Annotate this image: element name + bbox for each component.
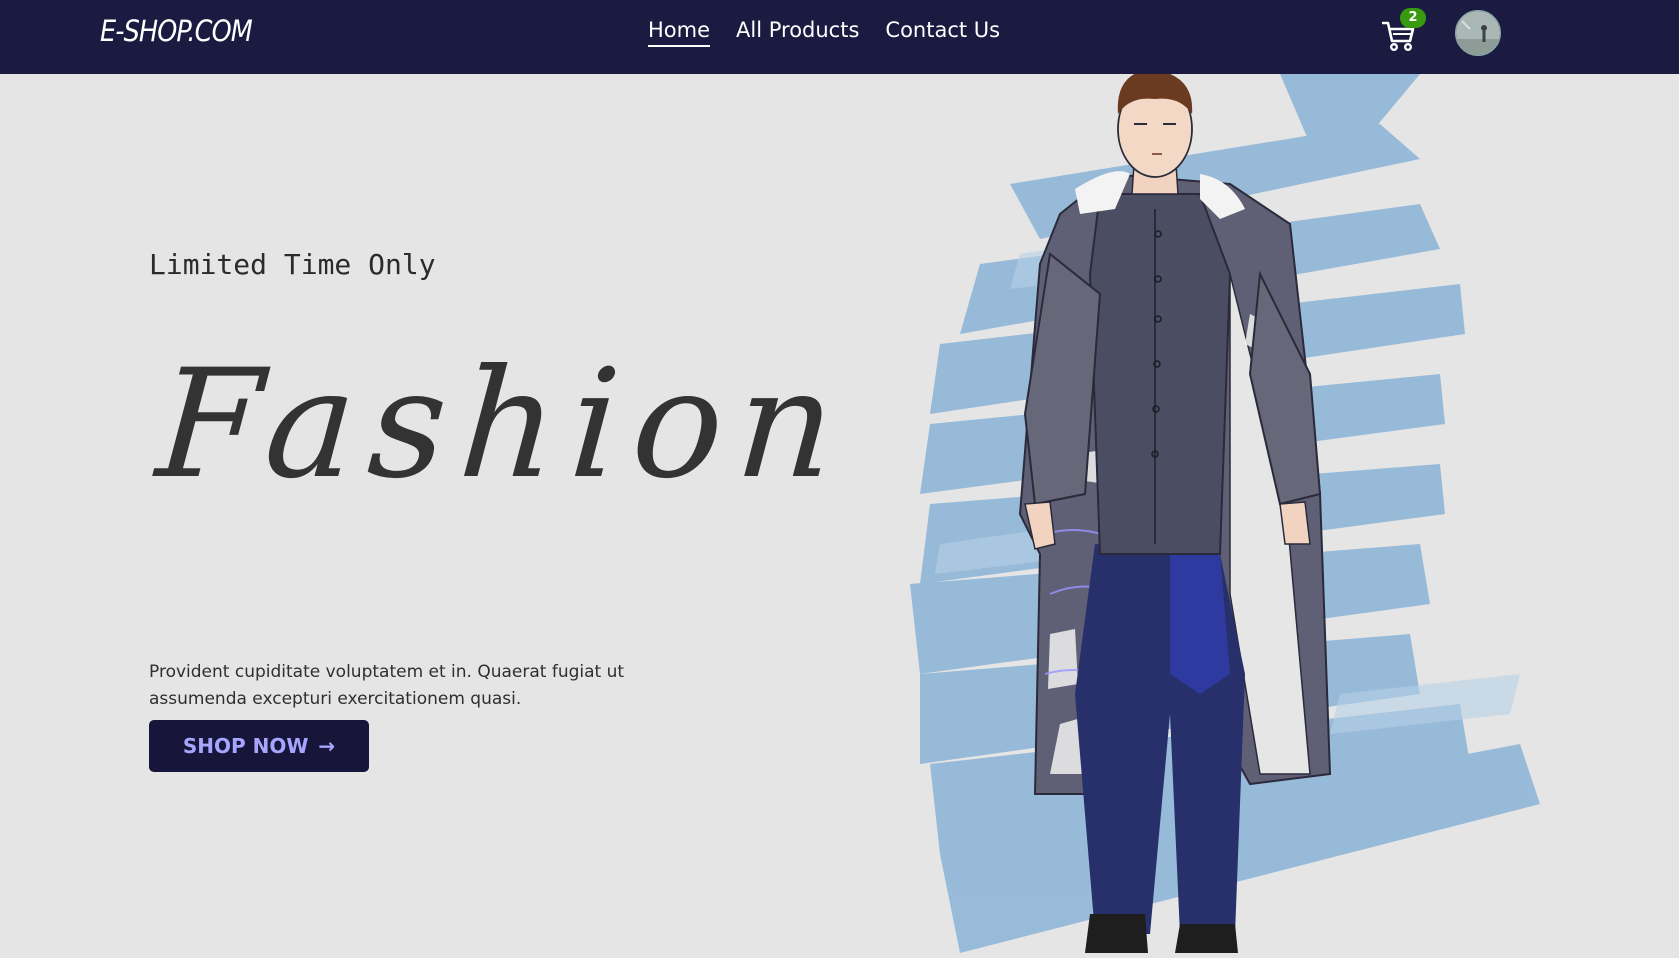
arrow-right-icon: → [318,734,336,758]
avatar-image [1456,11,1500,55]
nav-link-contact-us[interactable]: Contact Us [885,18,1000,47]
shop-now-button[interactable]: SHOP NOW → [149,720,369,772]
cart-count-badge: 2 [1400,8,1426,28]
hero-kicker: Limited Time Only [149,248,436,281]
cart-button[interactable]: 2 [1380,8,1426,54]
top-navbar: E-SHOP.COM Home All Products Contact Us … [0,0,1679,74]
user-avatar[interactable] [1455,10,1501,56]
nav-link-home[interactable]: Home [648,18,711,47]
main-nav: Home All Products Contact Us [648,18,1000,47]
site-logo[interactable]: E-SHOP.COM [100,14,253,48]
hero-title: Fashion [151,338,854,512]
fashion-model-illustration [900,69,1560,953]
shop-now-label: SHOP NOW [182,734,309,758]
nav-link-all-products[interactable]: All Products [736,18,859,47]
hero-description: Provident cupiditate voluptatem et in. Q… [149,662,625,709]
